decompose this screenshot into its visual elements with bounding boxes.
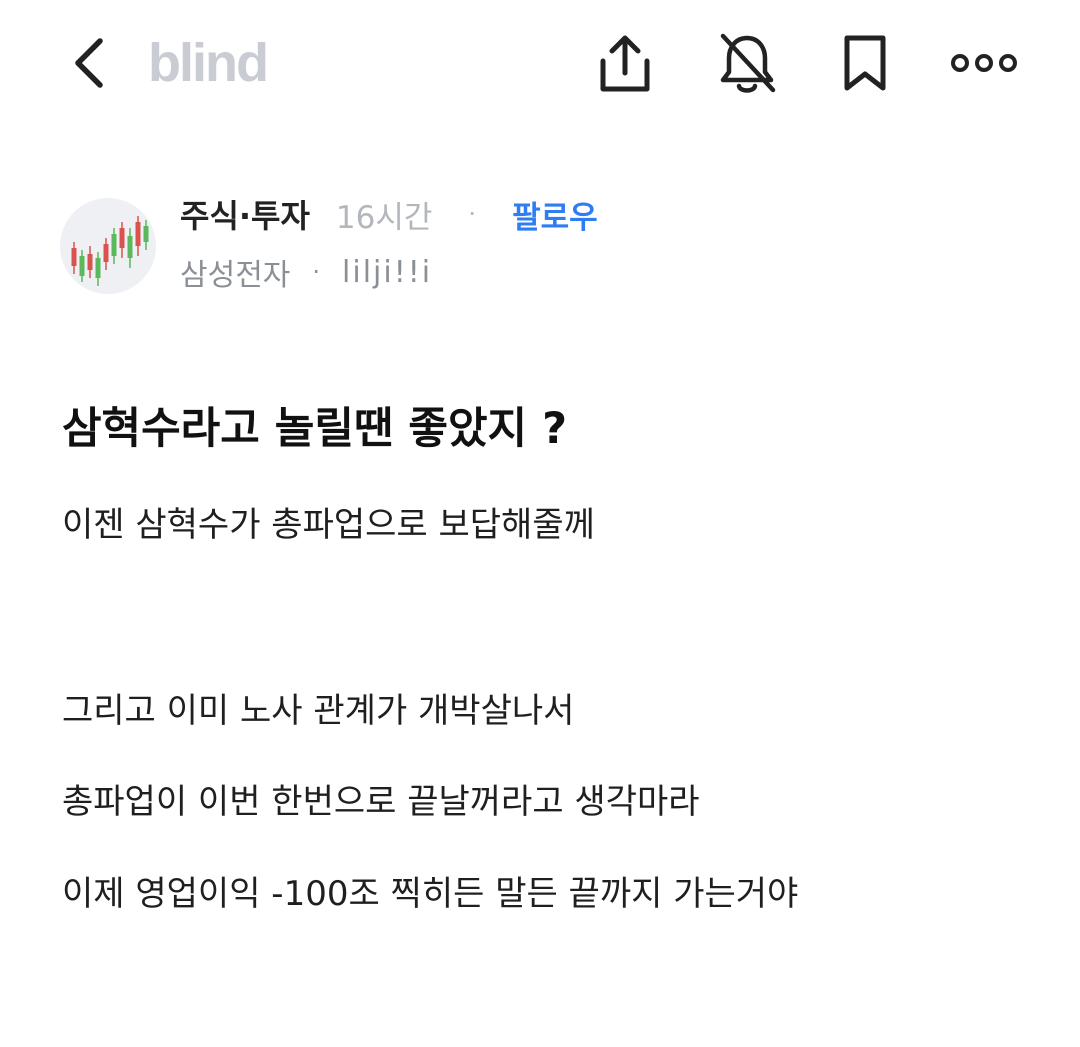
bell-off-icon (720, 33, 776, 93)
board-avatar[interactable] (60, 198, 156, 294)
share-icon (600, 35, 650, 92)
author-separator: · (312, 258, 321, 286)
author-company[interactable]: 삼성전자 (180, 250, 290, 294)
top-bar: blind (0, 0, 1080, 130)
more-button[interactable] (946, 28, 1022, 98)
post-time: 16시간 (335, 199, 433, 236)
bookmark-button[interactable] (830, 28, 900, 98)
follow-button[interactable]: 팔로우 (512, 192, 598, 237)
post-body-line: 총파업이 이번 한번으로 끝날꺼라고 생각마라 (62, 782, 700, 822)
post-meta-top: 주식·투자 16시간 · 팔로우 (180, 190, 598, 238)
post-meta-author: 삼성전자 · lilji!!i (180, 248, 432, 296)
post-body-line: 그리고 이미 노사 관계가 개박살나서 (62, 691, 575, 731)
back-button[interactable] (58, 30, 118, 96)
meta-separator: · (468, 200, 477, 228)
post-body-line: 이젠 삼혁수가 총파업으로 보답해줄께 (62, 505, 595, 545)
more-dots-icon (951, 54, 1017, 72)
brand-logo[interactable]: blind (148, 30, 269, 96)
back-arrow-icon (75, 38, 103, 88)
share-button[interactable] (590, 28, 660, 98)
board-name[interactable]: 주식·투자 (180, 191, 310, 237)
notification-button[interactable] (712, 28, 782, 98)
bookmark-icon (844, 35, 886, 91)
candlestick-chart-icon (71, 216, 149, 286)
post-body-line: 이제 영업이익 -100조 찍히든 말든 끝까지 가는거야 (62, 874, 799, 914)
author-nickname: lilji!!i (342, 254, 433, 290)
post-title: 삼혁수라고 놀릴땐 좋았지 ? (62, 404, 568, 454)
